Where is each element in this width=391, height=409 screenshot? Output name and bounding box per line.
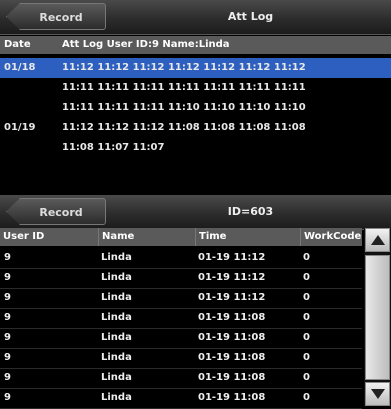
workcode-cell: 0 — [303, 312, 310, 323]
name-cell: Linda — [101, 312, 132, 323]
user-id-cell: 9 — [4, 252, 11, 263]
record-titlebar: Record ID=603 — [0, 195, 391, 230]
att-log-row[interactable]: 11:11 11:11 11:11 11:10 11:10 11:10 11:1… — [0, 98, 391, 118]
time-cell: 01-19 11:08 — [198, 392, 266, 403]
workcode-cell: 0 — [303, 292, 310, 303]
record-back-button-2[interactable]: Record — [6, 198, 106, 225]
record-table-row[interactable]: 9 Linda 01-19 11:08 0 — [0, 368, 362, 389]
att-log-date: 01/19 — [4, 122, 36, 133]
scroll-up-button[interactable] — [365, 228, 390, 252]
record-table-row[interactable]: 9 Linda 01-19 11:12 0 — [0, 248, 362, 269]
workcode-cell: 0 — [303, 332, 310, 343]
workcode-column-header: WorkCode — [300, 228, 362, 246]
att-log-titlebar: Record Att Log — [0, 0, 391, 35]
workcode-cell: 0 — [303, 372, 310, 383]
record-table-row[interactable]: 9 Linda 01-19 11:12 0 — [0, 288, 362, 309]
workcode-cell: 0 — [303, 252, 310, 263]
time-cell: 01-19 11:08 — [198, 372, 266, 383]
att-log-times: 11:11 11:11 11:11 11:11 11:11 11:11 11:1… — [62, 82, 306, 93]
user-id-cell: 9 — [4, 312, 11, 323]
screen: Record Att Log Date Att Log User ID:9 Na… — [0, 0, 391, 409]
name-cell: Linda — [101, 392, 132, 403]
att-log-row[interactable]: 01/18 11:12 11:12 11:12 11:12 11:12 11:12… — [0, 58, 391, 78]
name-cell: Linda — [101, 272, 132, 283]
date-column-header: Date — [4, 39, 31, 50]
name-cell: Linda — [101, 332, 132, 343]
name-cell: Linda — [101, 352, 132, 363]
name-cell: Linda — [101, 252, 132, 263]
time-cell: 01-19 11:08 — [198, 332, 266, 343]
time-cell: 01-19 11:08 — [198, 312, 266, 323]
name-cell: Linda — [101, 372, 132, 383]
name-column-header: Name — [98, 228, 194, 246]
record-table-row[interactable]: 9 Linda 01-19 11:08 0 — [0, 328, 362, 349]
time-cell: 01-19 11:12 — [198, 272, 266, 283]
record-id-title: ID=603 — [227, 205, 274, 218]
user-id-cell: 9 — [4, 352, 11, 363]
record-back-button[interactable]: Record — [6, 3, 106, 30]
name-cell: Linda — [101, 292, 132, 303]
triangle-up-icon — [371, 235, 385, 245]
record-table-row[interactable]: 9 Linda 01-19 11:08 0 — [0, 348, 362, 369]
att-log-times: 11:12 11:12 11:12 11:12 11:12 11:12 11:1… — [62, 62, 306, 73]
att-log-times: 11:08 11:07 11:07 — [62, 142, 165, 153]
record-table-header: User ID Name Time WorkCode — [0, 228, 362, 246]
scroll-down-button[interactable] — [365, 382, 390, 406]
att-log-times: 11:11 11:11 11:11 11:10 11:10 11:10 11:1… — [62, 102, 306, 113]
user-id-cell: 9 — [4, 272, 11, 283]
record-table-row[interactable]: 9 Linda 01-19 11:08 0 — [0, 308, 362, 329]
workcode-cell: 0 — [303, 392, 310, 403]
user-id-cell: 9 — [4, 372, 11, 383]
record-table-row[interactable]: 9 Linda 01-19 11:12 0 — [0, 268, 362, 289]
workcode-cell: 0 — [303, 352, 310, 363]
att-log-row[interactable]: 11:08 11:07 11:07 — [0, 138, 391, 158]
time-column-header: Time — [195, 228, 299, 246]
record-scrollbar[interactable] — [364, 228, 391, 406]
time-cell: 01-19 11:12 — [198, 292, 266, 303]
triangle-down-icon — [371, 389, 385, 399]
att-log-times: 11:12 11:12 11:12 11:08 11:08 11:08 11:0… — [62, 122, 306, 133]
user-id-column-header: User ID — [3, 231, 45, 242]
user-id-cell: 9 — [4, 392, 11, 403]
att-log-row[interactable]: 11:11 11:11 11:11 11:11 11:11 11:11 11:1… — [0, 78, 391, 98]
att-log-date: 01/18 — [4, 62, 36, 73]
time-cell: 01-19 11:12 — [198, 252, 266, 263]
scroll-thumb[interactable] — [365, 255, 390, 380]
att-log-info-header: Att Log User ID:9 Name:Linda — [62, 39, 230, 50]
att-log-title: Att Log — [227, 10, 274, 23]
workcode-cell: 0 — [303, 272, 310, 283]
user-id-cell: 9 — [4, 332, 11, 343]
att-log-header: Date Att Log User ID:9 Name:Linda — [0, 36, 391, 54]
time-cell: 01-19 11:08 — [198, 352, 266, 363]
user-id-cell: 9 — [4, 292, 11, 303]
att-log-row[interactable]: 01/19 11:12 11:12 11:12 11:08 11:08 11:08… — [0, 118, 391, 138]
